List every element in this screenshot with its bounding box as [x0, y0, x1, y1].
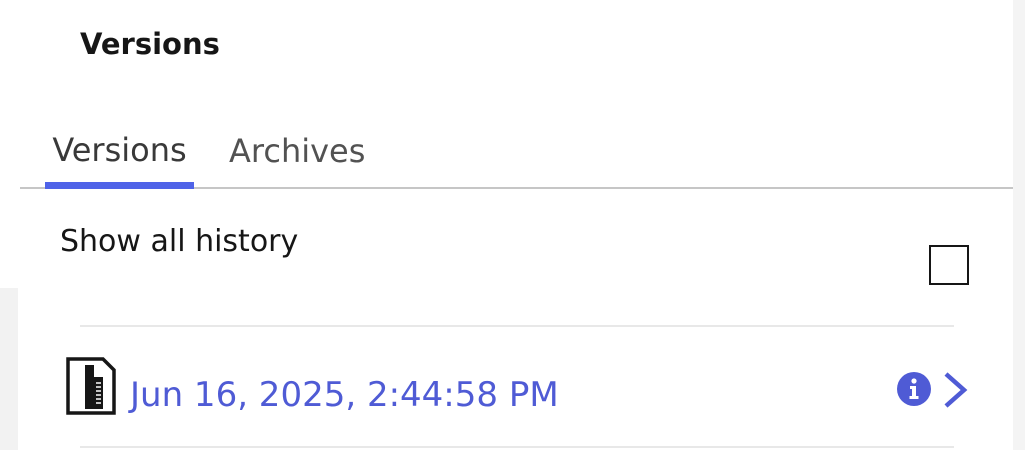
info-icon[interactable] — [896, 371, 932, 407]
tab-versions[interactable]: Versions — [45, 120, 194, 189]
tab-archives[interactable]: Archives — [229, 120, 369, 189]
left-background-strip — [0, 288, 18, 450]
list-divider — [80, 325, 954, 327]
panel-right-edge — [1013, 0, 1025, 450]
version-date-link[interactable]: Jun 16, 2025, 2:44:58 PM — [130, 372, 559, 418]
chevron-right-icon[interactable] — [940, 370, 970, 410]
show-all-history-label: Show all history — [60, 224, 299, 259]
tab-bar: Versions Archives — [20, 120, 1013, 189]
list-divider-bottom — [80, 446, 954, 448]
active-tab-indicator — [45, 182, 194, 189]
version-list-item[interactable]: Jun 16, 2025, 2:44:58 PM — [60, 352, 975, 422]
tab-versions-label: Versions — [52, 131, 187, 169]
document-icon — [66, 357, 116, 415]
tab-archives-label: Archives — [229, 132, 366, 170]
panel-title: Versions — [80, 27, 220, 61]
show-all-history-checkbox[interactable] — [929, 245, 969, 285]
versions-panel: Versions Versions Archives Show all hist… — [0, 0, 1025, 450]
